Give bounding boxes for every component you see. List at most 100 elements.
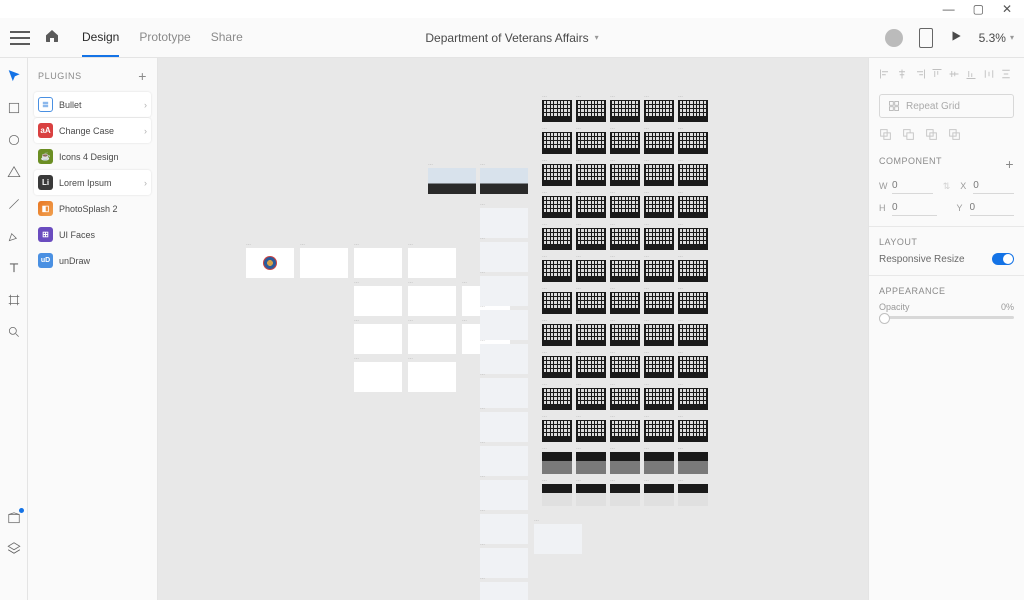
artboard[interactable]: … (576, 292, 606, 314)
artboard[interactable]: … (480, 548, 528, 578)
artboard[interactable]: … (644, 388, 674, 410)
artboard[interactable]: … (678, 452, 708, 474)
artboard[interactable]: … (542, 420, 572, 442)
select-tool-icon[interactable] (6, 68, 22, 84)
artboard[interactable]: … (542, 324, 572, 346)
pen-tool-icon[interactable] (6, 228, 22, 244)
artboard[interactable]: … (678, 356, 708, 378)
artboard[interactable]: … (610, 100, 640, 122)
tab-share[interactable]: Share (211, 19, 243, 57)
plugin-lorem-ipsum[interactable]: LiLorem Ipsum› (34, 170, 151, 195)
artboard[interactable]: … (678, 260, 708, 282)
opacity-slider[interactable] (879, 316, 1014, 319)
artboard[interactable]: … (576, 260, 606, 282)
artboard[interactable]: … (542, 356, 572, 378)
artboard[interactable]: … (644, 420, 674, 442)
tab-prototype[interactable]: Prototype (139, 19, 190, 57)
artboard[interactable]: … (610, 260, 640, 282)
artboard[interactable]: … (480, 378, 528, 408)
artboard[interactable]: … (576, 164, 606, 186)
zoom-dropdown[interactable]: 5.3% ▾ (979, 31, 1014, 45)
artboard[interactable]: … (678, 420, 708, 442)
zoom-tool-icon[interactable] (6, 324, 22, 340)
artboard[interactable]: … (644, 324, 674, 346)
artboard[interactable]: … (678, 388, 708, 410)
artboard[interactable]: … (644, 452, 674, 474)
menu-icon[interactable] (10, 31, 30, 45)
align-vcenter-icon[interactable] (948, 68, 962, 82)
add-component-button[interactable]: + (1005, 156, 1014, 172)
window-maximize[interactable]: ▢ (973, 2, 984, 16)
artboard[interactable]: … (576, 228, 606, 250)
artboard[interactable]: … (534, 524, 582, 554)
distribute-h-icon[interactable] (983, 68, 997, 82)
artboard[interactable]: … (480, 582, 528, 600)
tab-design[interactable]: Design (82, 19, 119, 57)
artboard[interactable]: … (678, 324, 708, 346)
device-preview-icon[interactable] (919, 28, 933, 48)
artboard[interactable]: … (246, 248, 294, 278)
artboard[interactable]: … (576, 452, 606, 474)
artboard[interactable]: … (610, 132, 640, 154)
artboard[interactable]: … (644, 292, 674, 314)
plugin-undraw[interactable]: uDunDraw (34, 248, 151, 273)
artboard[interactable]: … (542, 228, 572, 250)
plugin-photosplash-2[interactable]: ◧PhotoSplash 2 (34, 196, 151, 221)
artboard[interactable]: … (576, 420, 606, 442)
artboard[interactable]: … (542, 100, 572, 122)
layers-icon[interactable] (6, 540, 22, 556)
home-icon[interactable] (44, 28, 60, 47)
artboard[interactable]: … (610, 452, 640, 474)
distribute-v-icon[interactable] (1000, 68, 1014, 82)
plugins-icon[interactable] (6, 570, 22, 586)
plugin-icons-4-design[interactable]: ☕Icons 4 Design (34, 144, 151, 169)
artboard[interactable]: … (542, 260, 572, 282)
artboard[interactable]: … (644, 260, 674, 282)
artboard[interactable]: … (480, 514, 528, 544)
artboard[interactable]: … (610, 292, 640, 314)
artboard[interactable]: … (678, 228, 708, 250)
artboard[interactable]: … (480, 168, 528, 194)
repeat-grid-button[interactable]: Repeat Grid (879, 94, 1014, 118)
artboard[interactable]: … (354, 248, 402, 278)
artboard[interactable]: … (678, 100, 708, 122)
align-right-icon[interactable] (914, 68, 928, 82)
artboard[interactable]: … (610, 388, 640, 410)
y-input[interactable] (970, 200, 1015, 216)
artboard[interactable]: … (610, 228, 640, 250)
artboard[interactable]: … (610, 420, 640, 442)
align-bottom-icon[interactable] (965, 68, 979, 82)
artboard[interactable]: … (542, 484, 572, 506)
artboard[interactable]: … (644, 164, 674, 186)
x-input[interactable] (973, 178, 1014, 194)
boolean-add-icon[interactable] (879, 128, 892, 144)
rectangle-tool-icon[interactable] (6, 100, 22, 116)
artboard[interactable]: … (678, 484, 708, 506)
artboard[interactable]: … (480, 344, 528, 374)
boolean-intersect-icon[interactable] (925, 128, 938, 144)
lock-aspect-icon[interactable]: ⇅ (943, 181, 951, 192)
artboard[interactable]: … (542, 132, 572, 154)
artboard[interactable]: … (480, 412, 528, 442)
artboard[interactable]: … (576, 324, 606, 346)
artboard[interactable]: … (408, 286, 456, 316)
responsive-toggle[interactable] (992, 253, 1014, 265)
artboard[interactable]: … (480, 446, 528, 476)
line-tool-icon[interactable] (6, 196, 22, 212)
artboard[interactable]: … (610, 324, 640, 346)
artboard[interactable]: … (408, 248, 456, 278)
width-input[interactable] (892, 178, 933, 194)
artboard[interactable]: … (644, 356, 674, 378)
plugin-change-case[interactable]: aAChange Case› (34, 118, 151, 143)
artboard[interactable]: … (576, 196, 606, 218)
artboard[interactable]: … (644, 196, 674, 218)
artboard-tool-icon[interactable] (6, 292, 22, 308)
artboard[interactable]: … (480, 310, 528, 340)
align-left-icon[interactable] (879, 68, 893, 82)
artboard[interactable]: … (542, 452, 572, 474)
artboard[interactable]: … (644, 484, 674, 506)
polygon-tool-icon[interactable] (6, 164, 22, 180)
artboard[interactable]: … (354, 362, 402, 392)
artboard[interactable]: … (300, 248, 348, 278)
artboard[interactable]: … (542, 196, 572, 218)
